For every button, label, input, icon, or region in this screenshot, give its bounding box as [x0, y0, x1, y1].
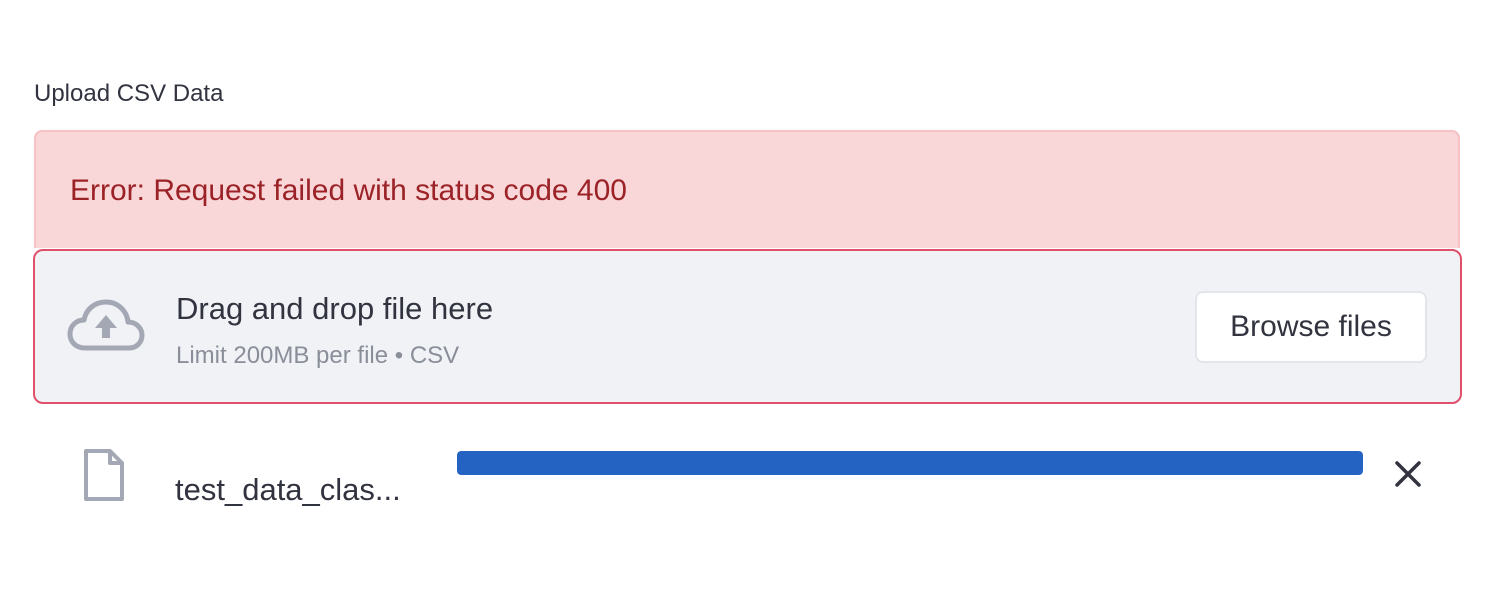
file-icon	[84, 449, 124, 501]
uploaded-file-row: test_data_clas...	[0, 440, 1500, 520]
dropzone-limit-text: Limit 200MB per file • CSV	[176, 342, 460, 369]
file-name: test_data_clas...	[175, 472, 401, 507]
error-alert: Error: Request failed with status code 4…	[34, 130, 1460, 248]
dropzone-title: Drag and drop file here	[176, 291, 494, 326]
upload-progress-fill	[457, 451, 1363, 475]
uploader-label: Upload CSV Data	[34, 80, 224, 107]
close-icon[interactable]	[1388, 454, 1428, 494]
error-message: Error: Request failed with status code 4…	[70, 174, 627, 207]
browse-files-button[interactable]: Browse files	[1195, 291, 1427, 363]
cloud-upload-icon	[67, 299, 145, 351]
file-uploader: Upload CSV Data Error: Request failed wi…	[0, 0, 1500, 600]
upload-progress-bar	[457, 451, 1363, 475]
dropzone[interactable]: Drag and drop file here Limit 200MB per …	[33, 249, 1462, 404]
